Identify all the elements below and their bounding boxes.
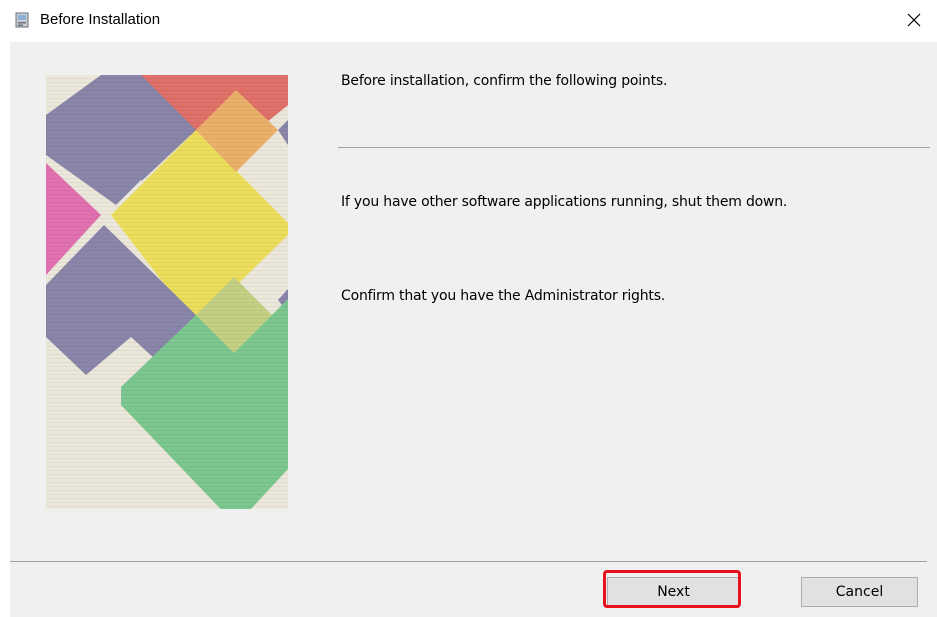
next-button[interactable]: Next [607, 577, 740, 607]
footer-separator [10, 561, 927, 562]
instruction-point: If you have other software applications … [341, 194, 788, 210]
dialog-body: Before installation, confirm the followi… [10, 42, 937, 617]
instruction-heading: Before installation, confirm the followi… [341, 73, 668, 89]
decorative-banner-image [46, 75, 288, 509]
installer-icon [14, 12, 30, 28]
window-title: Before Installation [40, 11, 161, 28]
title-bar: Before Installation [0, 0, 937, 42]
close-icon [907, 12, 921, 31]
instruction-point: Confirm that you have the Administrator … [341, 288, 666, 304]
installer-window: Before Installation Before installation,… [0, 0, 937, 617]
close-button[interactable] [891, 0, 937, 42]
separator [338, 147, 930, 148]
cancel-button[interactable]: Cancel [801, 577, 918, 607]
